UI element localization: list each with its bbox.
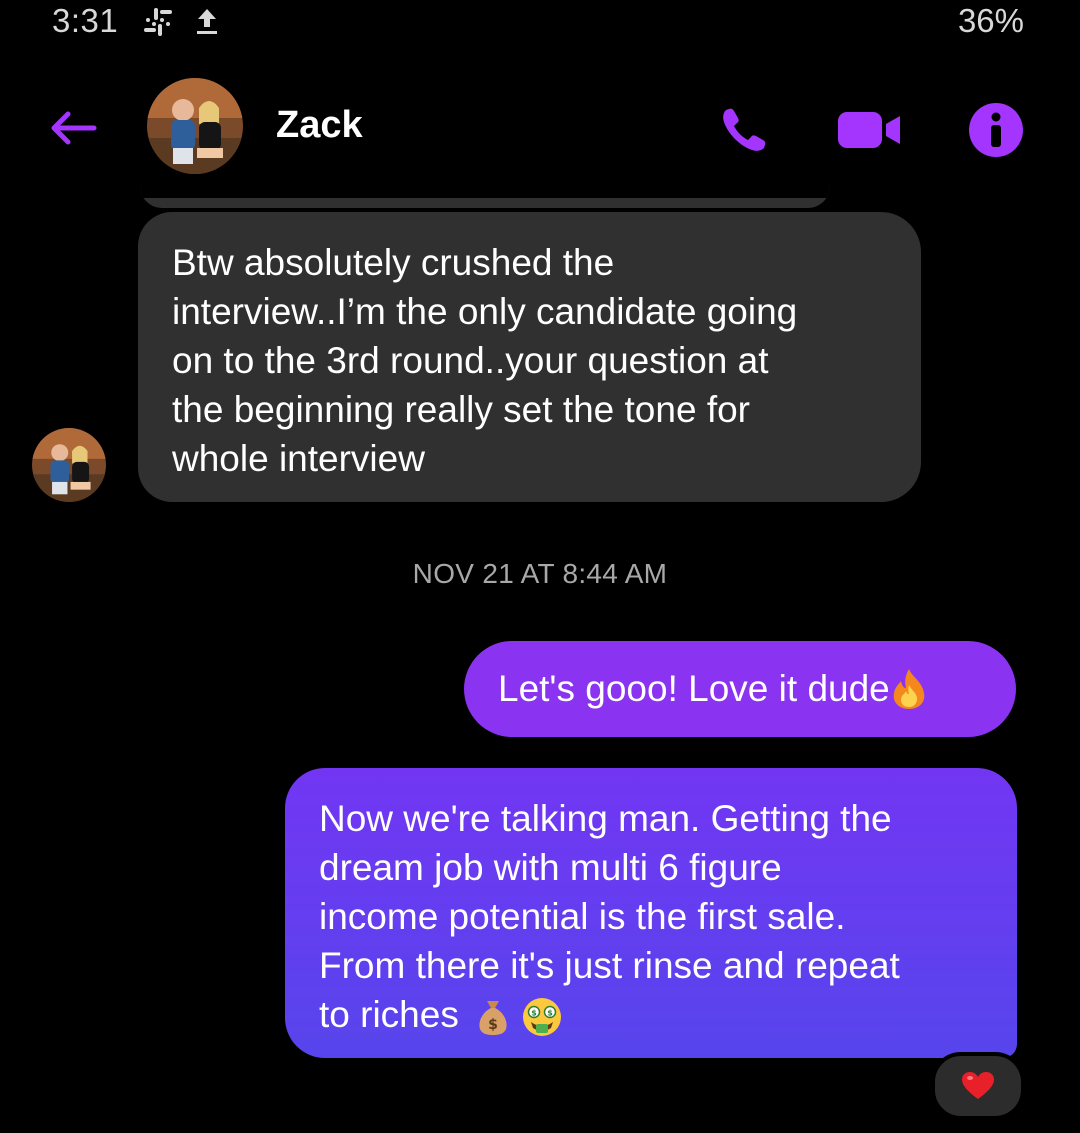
slack-icon	[144, 8, 172, 36]
message-line: From there it's just rinse and repeat	[319, 945, 900, 986]
avatar-photo	[147, 78, 243, 174]
contact-name[interactable]: Zack	[276, 104, 363, 147]
info-icon[interactable]	[968, 102, 1024, 158]
message-line-with-emoji: to riches $ $ $	[319, 990, 983, 1039]
message-line: the beginning really set the tone for	[172, 389, 750, 430]
outgoing-message-bubble[interactable]: Let's gooo! Love it dude	[464, 641, 1016, 737]
incoming-message-bubble[interactable]: Btw absolutely crushed the interview..I’…	[138, 212, 921, 502]
message-line: dream job with multi 6 figure	[319, 847, 782, 888]
status-bar: 3:31 36%	[0, 0, 1080, 44]
message-line: Now we're talking man. Getting the	[319, 798, 892, 839]
money-bag-emoji-icon: $	[479, 1001, 507, 1036]
messenger-conversation-screen: 3:31 36% Zack Btw absolutely crushed the…	[0, 0, 1080, 1133]
upload-icon	[197, 9, 217, 34]
status-time: 3:31	[52, 2, 119, 39]
money-mouth-face-emoji-icon: $ $	[523, 998, 562, 1037]
svg-text:$: $	[548, 1009, 554, 1018]
message-line: on to the 3rd round..your question at	[172, 340, 769, 381]
message-line: whole interview	[172, 438, 425, 479]
svg-text:$: $	[488, 1017, 498, 1033]
incoming-message-text: Btw absolutely crushed the interview..I’…	[172, 238, 887, 483]
battery-percentage: 36%	[957, 2, 1024, 39]
message-line: to riches	[319, 994, 459, 1035]
outgoing-message-bubble[interactable]: Now we're talking man. Getting the dream…	[285, 768, 1017, 1058]
fire-emoji-icon	[893, 669, 925, 709]
heart-reaction[interactable]	[931, 1052, 1025, 1120]
back-arrow-icon[interactable]	[44, 106, 100, 150]
heart-emoji-icon	[962, 1072, 994, 1099]
message-line: interview..I’m the only candidate going	[172, 291, 798, 332]
video-camera-icon[interactable]	[836, 108, 904, 152]
message-line: Btw absolutely crushed the	[172, 242, 615, 283]
conversation-header: Zack	[0, 70, 1080, 188]
previous-message-bubble-edge	[140, 186, 830, 208]
phone-icon[interactable]	[718, 104, 770, 154]
contact-avatar[interactable]	[147, 78, 243, 174]
avatar-photo	[32, 428, 106, 502]
sender-avatar[interactable]	[32, 428, 106, 502]
message-line: income potential is the first sale.	[319, 896, 846, 937]
message-timestamp: NOV 21 AT 8:44 AM	[412, 558, 668, 589]
outgoing-message-text: Let's gooo! Love it dude	[498, 668, 890, 709]
svg-text:$: $	[532, 1009, 538, 1018]
outgoing-message-text: Now we're talking man. Getting the dream…	[319, 794, 983, 1039]
